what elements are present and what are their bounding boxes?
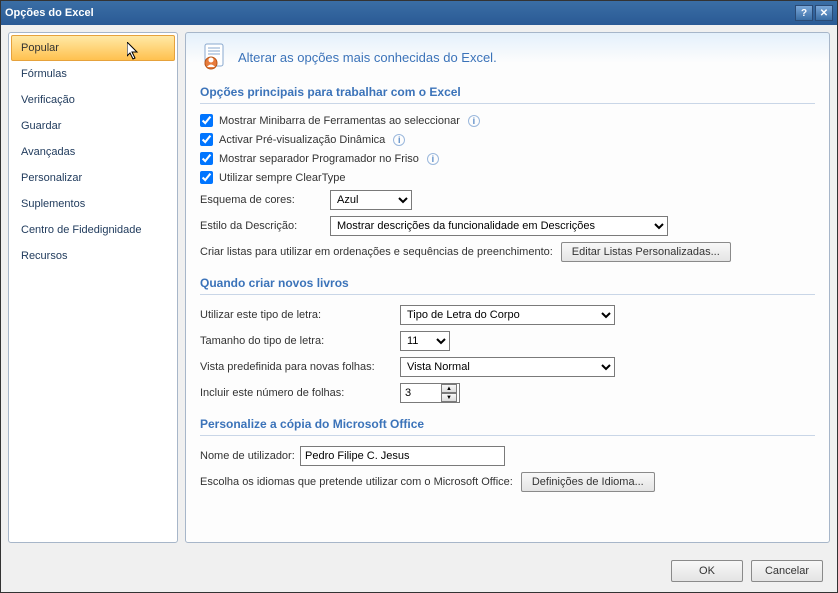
excel-options-window: Opções do Excel ? ✕ Popular Fórmulas Ver…	[0, 0, 838, 593]
option-developer-tab: Mostrar separador Programador no Friso i	[200, 152, 815, 165]
sidebar-label: Suplementos	[21, 198, 85, 210]
label-sheet-count: Incluir este número de folhas:	[200, 387, 400, 399]
info-icon[interactable]: i	[427, 153, 439, 165]
select-tooltip-style[interactable]: Mostrar descrições da funcionalidade em …	[330, 216, 668, 236]
spinner-sheet-count[interactable]: ▲ ▼	[400, 383, 460, 403]
label-language: Escolha os idiomas que pretende utilizar…	[200, 476, 513, 488]
section-title: Opções principais para trabalhar com o E…	[200, 85, 815, 104]
page-heading: Alterar as opções mais conhecidas do Exc…	[200, 43, 815, 71]
row-color-scheme: Esquema de cores: Azul	[200, 190, 815, 210]
help-button[interactable]: ?	[795, 5, 813, 21]
spinner-down[interactable]: ▼	[441, 393, 457, 402]
checkbox-label: Utilizar sempre ClearType	[219, 172, 346, 184]
label-tooltip-style: Estilo da Descrição:	[200, 220, 330, 232]
row-custom-lists: Criar listas para utilizar em ordenações…	[200, 242, 815, 262]
sidebar-label: Centro de Fidedignidade	[21, 224, 141, 236]
sidebar-label: Recursos	[21, 250, 67, 262]
cursor-icon	[127, 42, 143, 62]
category-sidebar: Popular Fórmulas Verificação Guardar Ava…	[8, 32, 178, 543]
checkbox-label: Activar Pré-visualização Dinâmica	[219, 134, 385, 146]
input-username[interactable]	[300, 446, 505, 466]
page-heading-text: Alterar as opções mais conhecidas do Exc…	[238, 50, 497, 65]
sidebar-item-advanced[interactable]: Avançadas	[11, 139, 175, 165]
dialog-body: Popular Fórmulas Verificação Guardar Ava…	[1, 25, 837, 550]
label-font-size: Tamanho do tipo de letra:	[200, 335, 400, 347]
row-username: Nome de utilizador:	[200, 446, 815, 466]
sidebar-item-resources[interactable]: Recursos	[11, 243, 175, 269]
sidebar-item-formulas[interactable]: Fórmulas	[11, 61, 175, 87]
section-personalize: Personalize a cópia do Microsoft Office …	[200, 417, 815, 492]
sidebar-label: Guardar	[21, 120, 61, 132]
option-minibar: Mostrar Minibarra de Ferramentas ao sele…	[200, 114, 815, 127]
sidebar-item-popular[interactable]: Popular	[11, 35, 175, 61]
section-title: Quando criar novos livros	[200, 276, 815, 295]
label-username: Nome de utilizador:	[200, 450, 300, 462]
sidebar-label: Popular	[21, 42, 59, 54]
spinner-input[interactable]	[401, 384, 441, 402]
sidebar-item-proofing[interactable]: Verificação	[11, 87, 175, 113]
sidebar-item-save[interactable]: Guardar	[11, 113, 175, 139]
option-cleartype: Utilizar sempre ClearType	[200, 171, 815, 184]
select-font[interactable]: Tipo de Letra do Corpo	[400, 305, 615, 325]
ok-button[interactable]: OK	[671, 560, 743, 582]
row-font: Utilizar este tipo de letra: Tipo de Let…	[200, 305, 815, 325]
select-color-scheme[interactable]: Azul	[330, 190, 412, 210]
row-language: Escolha os idiomas que pretende utilizar…	[200, 472, 815, 492]
sidebar-item-customize[interactable]: Personalizar	[11, 165, 175, 191]
checkbox-label: Mostrar Minibarra de Ferramentas ao sele…	[219, 115, 460, 127]
sidebar-item-addins[interactable]: Suplementos	[11, 191, 175, 217]
section-new-workbooks: Quando criar novos livros Utilizar este …	[200, 276, 815, 403]
checkbox-label: Mostrar separador Programador no Friso	[219, 153, 419, 165]
sidebar-label: Fórmulas	[21, 68, 67, 80]
checkbox-minibar[interactable]	[200, 114, 213, 127]
checkbox-developer-tab[interactable]	[200, 152, 213, 165]
spinner-up[interactable]: ▲	[441, 384, 457, 393]
spinner-buttons: ▲ ▼	[441, 384, 457, 402]
checkbox-live-preview[interactable]	[200, 133, 213, 146]
section-title: Personalize a cópia do Microsoft Office	[200, 417, 815, 436]
label-custom-lists: Criar listas para utilizar em ordenações…	[200, 246, 553, 258]
checkbox-cleartype[interactable]	[200, 171, 213, 184]
info-icon[interactable]: i	[468, 115, 480, 127]
section-main-options: Opções principais para trabalhar com o E…	[200, 85, 815, 262]
row-sheet-count: Incluir este número de folhas: ▲ ▼	[200, 383, 815, 403]
label-default-view: Vista predefinida para novas folhas:	[200, 361, 400, 373]
info-icon[interactable]: i	[393, 134, 405, 146]
sidebar-label: Personalizar	[21, 172, 82, 184]
row-tooltip-style: Estilo da Descrição: Mostrar descrições …	[200, 216, 815, 236]
label-font: Utilizar este tipo de letra:	[200, 309, 400, 321]
row-font-size: Tamanho do tipo de letra: 11	[200, 331, 815, 351]
options-icon	[202, 43, 230, 71]
sidebar-label: Verificação	[21, 94, 75, 106]
titlebar-buttons: ? ✕	[795, 5, 833, 21]
select-font-size[interactable]: 11	[400, 331, 450, 351]
select-default-view[interactable]: Vista Normal	[400, 357, 615, 377]
close-button[interactable]: ✕	[815, 5, 833, 21]
titlebar: Opções do Excel ? ✕	[1, 1, 837, 25]
sidebar-item-trust-center[interactable]: Centro de Fidedignidade	[11, 217, 175, 243]
option-live-preview: Activar Pré-visualização Dinâmica i	[200, 133, 815, 146]
window-title: Opções do Excel	[5, 7, 795, 19]
content-pane: Alterar as opções mais conhecidas do Exc…	[185, 32, 830, 543]
dialog-footer: OK Cancelar	[1, 550, 837, 592]
button-edit-lists[interactable]: Editar Listas Personalizadas...	[561, 242, 731, 262]
row-default-view: Vista predefinida para novas folhas: Vis…	[200, 357, 815, 377]
label-color-scheme: Esquema de cores:	[200, 194, 330, 206]
button-language-settings[interactable]: Definições de Idioma...	[521, 472, 655, 492]
cancel-button[interactable]: Cancelar	[751, 560, 823, 582]
sidebar-label: Avançadas	[21, 146, 75, 158]
